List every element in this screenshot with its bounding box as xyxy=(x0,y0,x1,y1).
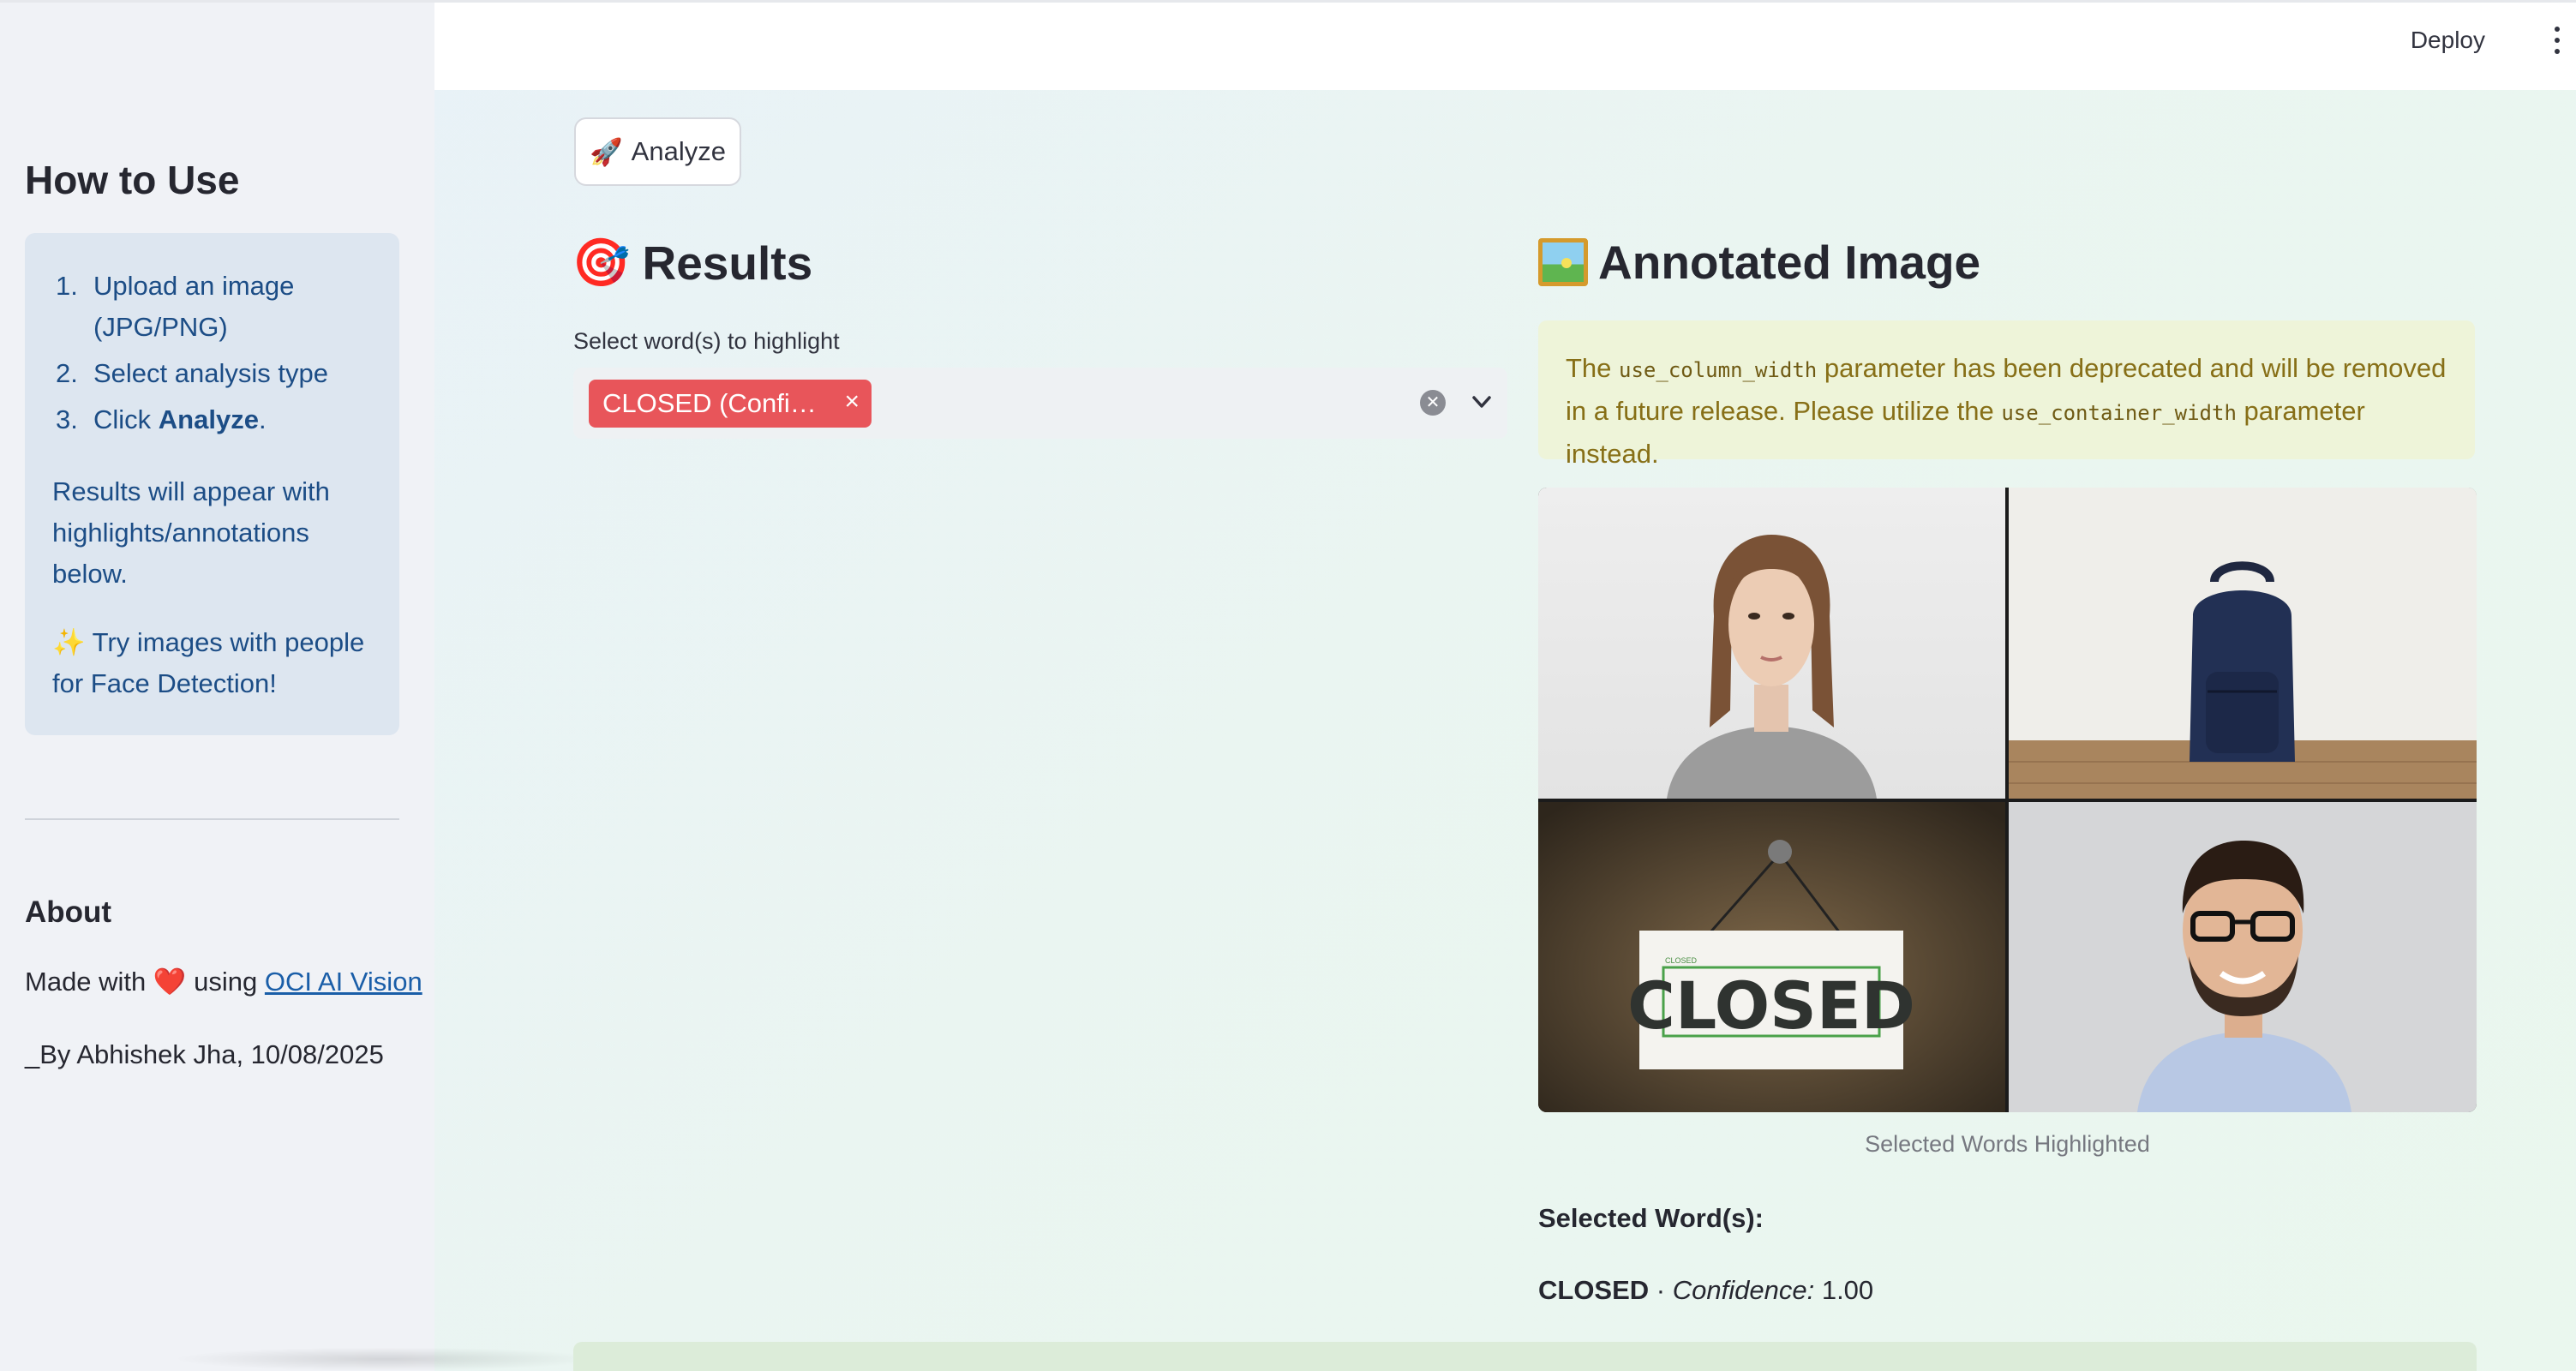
closed-sign-image: CLOSED CLOSED xyxy=(1538,802,2005,1112)
sidebar-shadow xyxy=(171,1347,600,1371)
deprecation-warning: The use_column_width parameter has been … xyxy=(1538,320,2475,469)
status-message-bar xyxy=(573,1342,2477,1371)
selected-word-chip[interactable]: CLOSED (Confidence: 1.00) × xyxy=(589,380,872,428)
man-portrait-image xyxy=(2009,802,2477,1112)
about-heading: About xyxy=(25,895,112,929)
analyze-button-label: Analyze xyxy=(631,136,726,166)
sign-text: CLOSED xyxy=(1627,967,1915,1044)
backpack-image xyxy=(2009,488,2477,799)
top-header: Deploy xyxy=(434,0,2576,90)
made-with-line: Made with ❤️ using OCI AI Vision xyxy=(25,967,422,997)
highlight-select-label: Select word(s) to highlight xyxy=(573,328,840,354)
clear-all-icon[interactable]: ✕ xyxy=(1420,390,1446,416)
chevron-down-icon[interactable] xyxy=(1466,386,1497,417)
oci-ai-vision-link[interactable]: OCI AI Vision xyxy=(265,967,422,997)
word-multiselect[interactable]: CLOSED (Confidence: 1.00) × ✕ xyxy=(573,368,1507,439)
target-icon: 🎯 xyxy=(572,236,631,289)
heart-icon: ❤️ xyxy=(153,967,187,997)
author-byline: _By Abhishek Jha, 10/08/2025 xyxy=(25,1039,384,1069)
woman-portrait-image xyxy=(1538,488,2005,799)
step-item: 3. Click Analyze. xyxy=(56,404,267,434)
steps-list: 1. Upload an image (JPG/PNG) 2. Select a… xyxy=(52,266,386,446)
rocket-icon: 🚀 xyxy=(590,136,623,167)
sidebar: How to Use 1. Upload an image (JPG/PNG) … xyxy=(0,0,600,1371)
kebab-menu-icon[interactable] xyxy=(2547,23,2567,57)
annotated-image: CLOSED CLOSED xyxy=(1538,488,2477,1112)
step-item: 1. Upload an image (JPG/PNG) xyxy=(56,271,295,342)
image-caption: Selected Words Highlighted xyxy=(1865,1131,2150,1157)
face-detection-tip: ✨ Try images with people for Face Detect… xyxy=(52,627,365,698)
sidebar-divider xyxy=(25,818,399,820)
sign-small-text: CLOSED xyxy=(1665,956,1698,965)
selected-word-result: CLOSED · Confidence: 1.00 xyxy=(1538,1275,1874,1305)
results-heading: 🎯 Results xyxy=(572,236,813,290)
deploy-button[interactable]: Deploy xyxy=(2404,23,2492,57)
selected-words-label: Selected Word(s): xyxy=(1538,1203,1764,1233)
results-note: Results will appear with highlights/anno… xyxy=(52,476,330,589)
step-item: 2. Select analysis type xyxy=(56,358,328,388)
how-to-info-box: 1. Upload an image (JPG/PNG) 2. Select a… xyxy=(25,233,399,735)
annotated-image-heading: Annotated Image xyxy=(1538,235,1980,290)
how-to-use-heading: How to Use xyxy=(25,158,240,202)
framed-picture-icon xyxy=(1538,238,1588,286)
analyze-button[interactable]: 🚀 Analyze xyxy=(574,117,741,186)
chip-remove-icon[interactable]: × xyxy=(844,387,860,416)
